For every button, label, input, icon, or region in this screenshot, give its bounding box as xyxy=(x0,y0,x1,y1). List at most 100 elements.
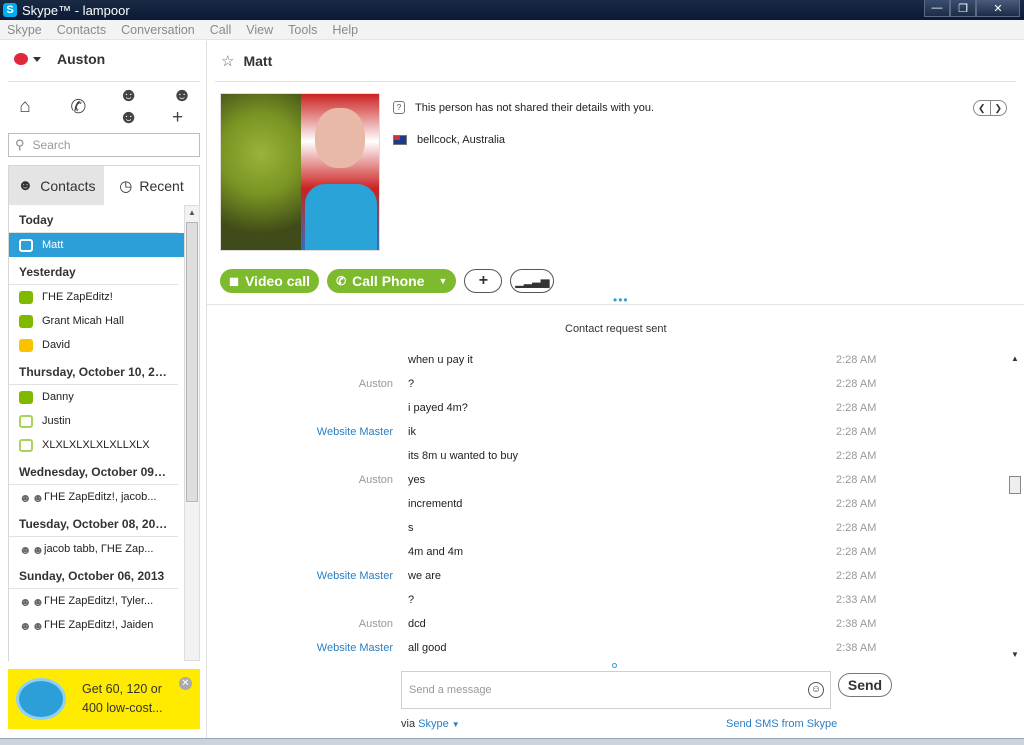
profile-pager: ❮ ❯ xyxy=(973,100,1007,116)
message-row: i payed 4m? 2:28 AM xyxy=(207,397,1007,421)
contact-header: ☆ Matt xyxy=(221,52,272,70)
menu-view[interactable]: View xyxy=(246,23,273,37)
recent-list-scrollbar[interactable]: ▲ xyxy=(184,205,200,661)
tab-contacts[interactable]: ☻ Contacts xyxy=(9,166,104,205)
list-item[interactable]: Danny xyxy=(9,385,184,409)
via-value[interactable]: Skype xyxy=(418,718,449,730)
scroll-up-icon[interactable]: ▲ xyxy=(1008,352,1022,366)
promo-text[interactable]: Get 60, 120 or 400 low-cost... xyxy=(82,680,182,718)
phone-icon[interactable]: ✆ xyxy=(65,97,91,118)
scrollbar-thumb[interactable] xyxy=(186,222,198,502)
menu-tools[interactable]: Tools xyxy=(288,23,317,37)
via-selector[interactable]: Skype ▼ xyxy=(418,718,460,730)
busy-status-icon[interactable] xyxy=(14,53,28,65)
search-box[interactable]: ⚲ Search xyxy=(8,133,200,157)
message-input[interactable] xyxy=(409,676,799,704)
list-item[interactable]: David xyxy=(9,333,184,357)
message-timestamp: 2:28 AM xyxy=(836,426,877,438)
tab-contacts-label: Contacts xyxy=(40,177,96,194)
tab-recent[interactable]: ◷ Recent xyxy=(104,166,199,205)
menu-call[interactable]: Call xyxy=(210,23,232,37)
video-call-button[interactable]: ◼ Video call xyxy=(220,269,320,293)
list-item[interactable]: Grant Micah Hall xyxy=(9,309,184,333)
list-item[interactable]: XLXLXLXLXLXLLXLX xyxy=(9,433,184,457)
message-row: incrementd 2:28 AM xyxy=(207,493,1007,517)
globe-icon xyxy=(16,678,66,720)
restore-button[interactable]: ❐ xyxy=(950,0,976,17)
list-item[interactable]: ☻☻ ΓΗΕ ZapEditz!, Tyler... xyxy=(9,589,184,613)
menu-contacts[interactable]: Contacts xyxy=(57,23,106,37)
user-status-row[interactable]: Auston xyxy=(14,51,105,67)
chevron-down-icon[interactable]: ▼ xyxy=(452,720,460,729)
location-row: bellcock, Australia xyxy=(393,134,505,146)
person-icon: ☻ xyxy=(17,177,34,194)
message-timestamp: 2:38 AM xyxy=(836,642,877,654)
current-user-name[interactable]: Auston xyxy=(57,51,105,67)
presence-online-icon xyxy=(19,290,33,304)
group-icon: ☻☻ xyxy=(19,618,45,633)
message-sender[interactable]: Website Master xyxy=(317,570,393,582)
info-icon: ? xyxy=(393,101,405,114)
contact-request-status: Contact request sent xyxy=(565,323,667,335)
menu-skype[interactable]: Skype xyxy=(7,23,42,37)
search-input[interactable]: Search xyxy=(33,138,71,152)
star-icon[interactable]: ☆ xyxy=(221,52,234,70)
message-composer: ☺ xyxy=(401,671,831,709)
group-icon[interactable]: ☻☻ xyxy=(119,85,145,128)
list-item-label: jacob tabb, ΓΗΕ Zap... xyxy=(44,543,154,555)
close-button[interactable]: ✕ xyxy=(976,0,1020,17)
message-text: its 8m u wanted to buy xyxy=(408,450,519,462)
emoticon-icon[interactable]: ☺ xyxy=(808,682,824,698)
list-item[interactable]: ☻☻ jacob tabb, ΓΗΕ Zap... xyxy=(9,537,184,561)
minimize-button[interactable]: — xyxy=(924,0,950,17)
menu-help[interactable]: Help xyxy=(332,23,358,37)
nav-icon-row: ⌂ ✆ ☻☻ ☻+ xyxy=(12,85,198,128)
message-sender[interactable]: Website Master xyxy=(317,642,393,654)
taskbar xyxy=(0,738,1024,745)
message-timestamp: 2:28 AM xyxy=(836,546,877,558)
message-text: incrementd xyxy=(408,498,463,510)
menu-conversation[interactable]: Conversation xyxy=(121,23,195,37)
clock-icon: ◷ xyxy=(119,177,133,195)
scroll-down-icon[interactable]: ▼ xyxy=(1008,648,1022,662)
australia-flag-icon xyxy=(393,135,407,145)
message-timestamp: 2:28 AM xyxy=(836,450,877,462)
add-contact-icon[interactable]: ☻+ xyxy=(172,85,198,128)
list-item-label: ΓΗΕ ZapEditz! xyxy=(42,291,113,303)
chevron-down-icon[interactable]: ▼ xyxy=(439,276,448,286)
left-pane: Auston ⌂ ✆ ☻☻ ☻+ ⚲ Search ☻ Contacts ◷ R… xyxy=(0,41,206,741)
send-sms-link[interactable]: Send SMS from Skype xyxy=(726,718,837,730)
promo-banner[interactable]: Get 60, 120 or 400 low-cost... ✕ xyxy=(8,669,200,729)
message-timestamp: 2:28 AM xyxy=(836,570,877,582)
list-item[interactable]: Matt xyxy=(9,233,184,257)
list-item[interactable]: Justin xyxy=(9,409,184,433)
add-button[interactable]: + xyxy=(464,269,503,293)
chevron-left-icon[interactable]: ❮ xyxy=(974,101,991,115)
list-item[interactable]: ☻☻ ΓΗΕ ZapEditz!, jacob... xyxy=(9,485,184,509)
message-text: ik xyxy=(408,426,416,438)
message-row: Website Master all good 2:38 AM xyxy=(207,637,1007,661)
message-scrollbar[interactable]: ▲ ▼ xyxy=(1008,352,1022,662)
close-icon[interactable]: ✕ xyxy=(179,677,192,690)
list-item[interactable]: ΓΗΕ ZapEditz! xyxy=(9,285,184,309)
send-button[interactable]: Send xyxy=(838,673,892,697)
call-phone-button[interactable]: ✆ Call Phone ▼ xyxy=(327,269,457,293)
chevron-right-icon[interactable]: ❯ xyxy=(991,101,1007,115)
video-camera-icon: ◼ xyxy=(229,274,239,288)
scroll-up-icon[interactable]: ▲ xyxy=(185,206,199,220)
call-quality-button[interactable]: ▁▂▃▅ xyxy=(510,269,555,293)
contacts-tabs: ☻ Contacts ◷ Recent xyxy=(8,165,200,205)
home-icon[interactable]: ⌂ xyxy=(12,96,38,117)
message-timestamp: 2:38 AM xyxy=(836,618,877,630)
scrollbar-thumb[interactable] xyxy=(1009,476,1021,494)
message-row: Auston? 2:28 AM xyxy=(207,373,1007,397)
message-row: its 8m u wanted to buy 2:28 AM xyxy=(207,445,1007,469)
message-timestamp: 2:28 AM xyxy=(836,498,877,510)
chevron-down-icon[interactable] xyxy=(33,56,41,62)
list-item[interactable]: ☻☻ ΓΗΕ ZapEditz!, Jaiden xyxy=(9,613,184,637)
recent-conversations-list: Today Matt Yesterday ΓΗΕ ZapEditz! Grant Mic… xyxy=(8,205,184,661)
divider xyxy=(8,81,200,82)
message-sender[interactable]: Website Master xyxy=(317,426,393,438)
presence-offline-icon xyxy=(19,438,33,452)
message-text: 4m and 4m xyxy=(408,546,464,558)
